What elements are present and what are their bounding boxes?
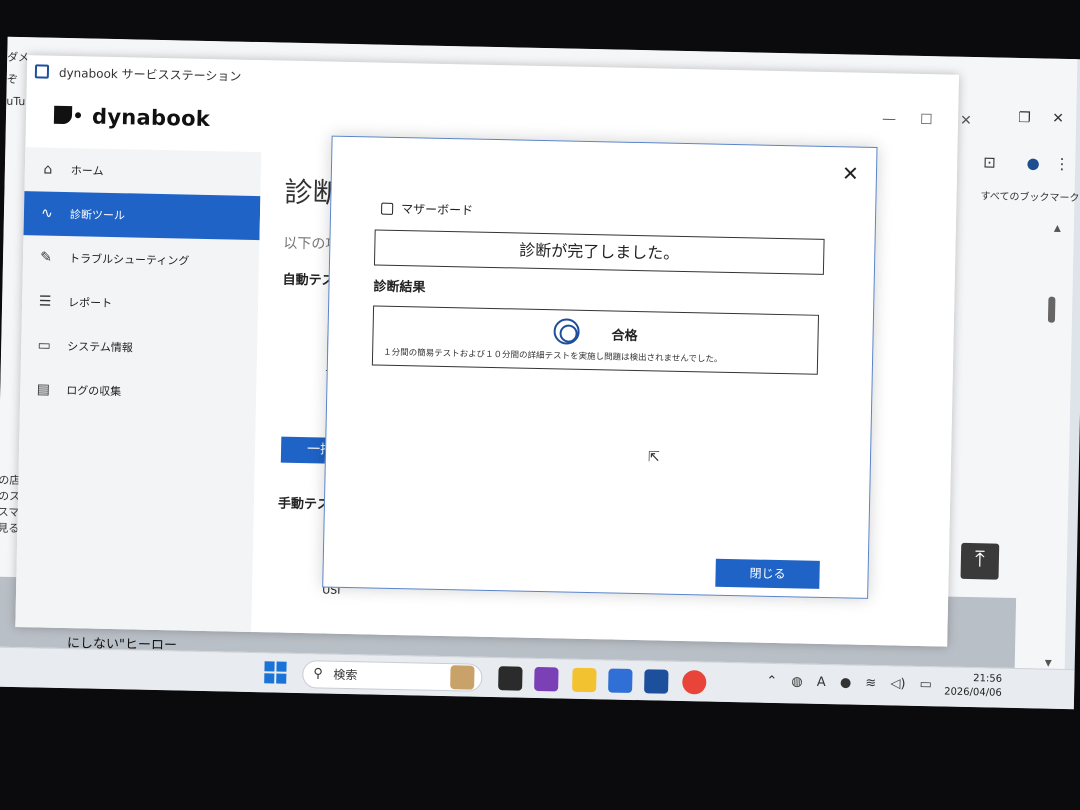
sidebar-item-home[interactable]: ⌂ ホーム [24,147,261,196]
widgets-icon[interactable] [450,665,475,690]
search-placeholder: 検索 [333,667,358,683]
copilot-icon[interactable] [534,666,559,692]
close-dialog-icon[interactable]: ✕ [842,161,859,185]
wifi-icon[interactable]: ≋ [865,676,876,691]
sidebar: ⌂ ホーム ∿ 診断ツール ✎ トラブルシューティング ☰ レポート ▭ システ… [15,147,262,633]
scroll-up-arrow-icon[interactable]: ▲ [1054,224,1061,234]
sidebar-item-label: ホーム [70,164,104,178]
volume-icon[interactable]: ◁) [890,676,905,691]
sidebar-item-diagnostic-tools[interactable]: ∿ 診断ツール [23,191,261,241]
result-heading: 診断結果 [373,279,426,296]
input-method-icon[interactable]: A [817,675,826,690]
chip-icon [381,202,394,215]
pass-circle-icon [553,318,580,345]
dynabook-logo: dynabook [53,104,211,132]
result-panel: 合格 １分間の簡易テストおよび１０分間の詳細テストを実施し問題は検出されませんで… [371,305,820,375]
start-button[interactable] [264,661,288,685]
sidebar-item-label: システム情報 [67,340,133,355]
minimize-icon[interactable]: — [882,111,896,127]
diagnostic-result-dialog: ✕ マザーボード 診断が完了しました。 診断結果 合格 １分間の簡易テストおよび… [322,135,878,599]
logo-text: dynabook [91,104,211,132]
result-detail: １分間の簡易テストおよび１０分間の詳細テストを実施し問題は検出されませんでした。 [383,347,723,365]
status-message: 診断が完了しました。 [373,229,825,275]
sidebar-item-system-info[interactable]: ▭ システム情報 [21,323,258,372]
search-icon: ⚲ [313,666,324,682]
sidebar-item-label: レポート [67,296,113,311]
document-icon: ▤ [36,381,51,398]
scrollbar-thumb[interactable] [1047,296,1056,323]
scroll-to-top-button[interactable]: ⤒ [960,542,1000,580]
clock[interactable]: 21:56 2026/04/06 [944,672,1002,701]
result-value: 合格 [611,328,638,345]
wrench-icon: ✎ [39,249,53,266]
profile-avatar-icon[interactable]: ● [1026,154,1039,172]
browser-menu-icon[interactable]: ⋮ [1054,155,1069,173]
home-icon: ⌂ [43,161,53,178]
store-icon[interactable] [608,668,633,693]
sidebar-item-log-collection[interactable]: ▤ ログの収集 [20,367,257,416]
extension-icon[interactable]: ⊡ [983,153,996,171]
stethoscope-icon: ∿ [40,205,53,222]
all-bookmarks-link[interactable]: すべてのブックマーク [980,187,1079,204]
scroll-down-arrow-icon[interactable]: ▼ [1045,659,1052,669]
chevron-up-icon[interactable]: ⌃ [766,674,777,689]
clipboard-icon: ☰ [38,293,52,310]
window-title: dynabook サービスステーション [58,65,242,84]
laptop-icon: ▭ [37,337,51,354]
service-station-taskbar-icon[interactable] [644,669,669,694]
sidebar-item-report[interactable]: ☰ レポート [22,279,259,328]
maximize-icon[interactable]: ☐ [920,112,933,128]
sidebar-item-label: ログの収集 [66,384,122,399]
browser-toolbar-icons: ⊡ ● ⋮ [983,153,1080,185]
chrome-icon[interactable] [682,670,707,695]
browser-close-icon[interactable]: ✕ [1052,111,1064,127]
close-button[interactable]: 閉じる [715,558,820,589]
browser-restore-icon[interactable]: ❐ [1018,110,1031,126]
task-view-icon[interactable] [498,666,523,691]
desktop-screen: ダメ ぞ uTu の店主 のスラ スマー 見る ❐ ✕ ⊡ ● ⋮ すべてのブッ… [0,36,1080,710]
clock-time: 21:56 [973,673,1003,685]
component-name: マザーボード [400,202,474,218]
mouse-cursor-icon: ⇱ [647,449,660,466]
file-explorer-icon[interactable] [572,667,597,693]
close-window-icon[interactable]: ✕ [960,113,972,129]
component-row: マザーボード [381,200,473,219]
sidebar-item-label: トラブルシューティング [68,252,190,268]
onedrive-icon[interactable]: ● [840,675,852,690]
app-icon [34,64,50,79]
system-tray: ⌃ ◍ A ● ≋ ◁) ▭ [766,674,932,692]
logo-mark [53,104,84,129]
clock-date: 2026/04/06 [944,686,1002,699]
tray-app-icon[interactable]: ◍ [791,674,803,689]
battery-icon[interactable]: ▭ [919,677,932,692]
sidebar-item-troubleshooting[interactable]: ✎ トラブルシューティング [23,235,260,284]
sidebar-item-label: 診断ツール [69,208,126,223]
